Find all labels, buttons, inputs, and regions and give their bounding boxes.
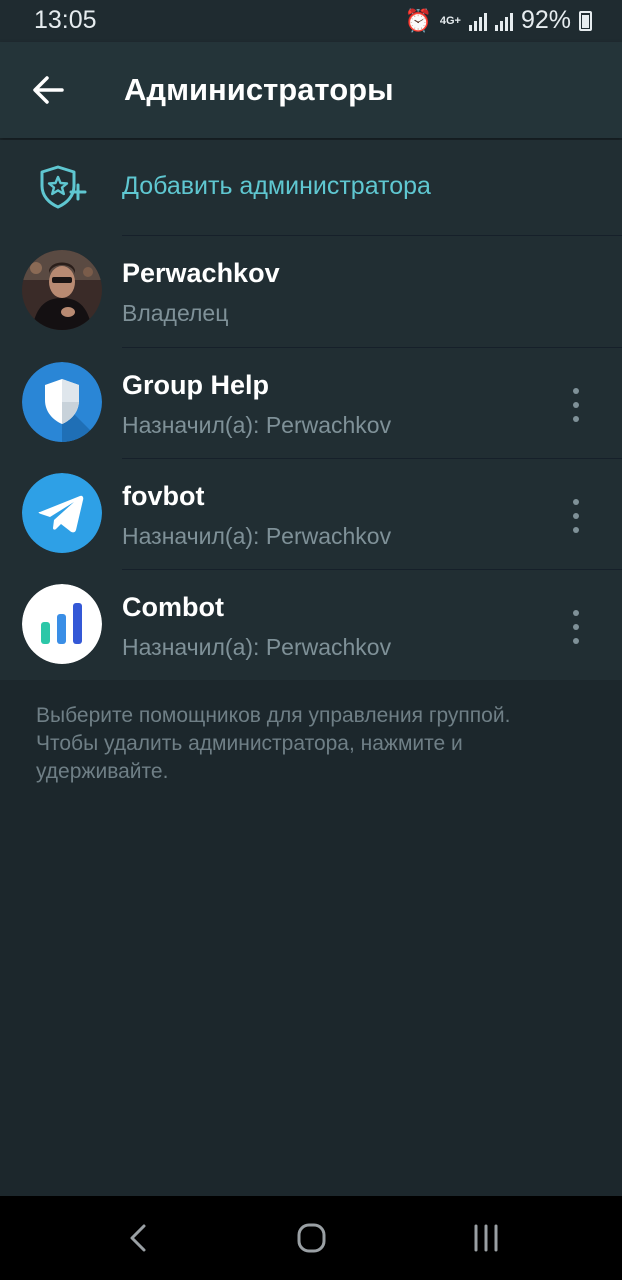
- app-bar: Администраторы: [0, 42, 622, 138]
- admin-name: fovbot: [122, 481, 205, 511]
- network-type: 4G+: [439, 14, 461, 27]
- add-admin-button[interactable]: Добавить администратора: [0, 140, 622, 236]
- admin-assigned-by: Назначил(а): Perwachkov: [122, 634, 392, 660]
- avatar: [22, 250, 102, 330]
- admin-name: Perwachkov: [122, 258, 280, 288]
- admin-row-group-help[interactable]: Group Help Назначил(а): Perwachkov: [0, 348, 622, 459]
- home-icon: [297, 1223, 326, 1253]
- nav-home-button[interactable]: [281, 1218, 341, 1258]
- avatar: [22, 362, 102, 442]
- status-icons: ⏰ 4G+ 92%: [404, 6, 592, 35]
- more-options-button[interactable]: [556, 388, 596, 422]
- recents-icon: [474, 1224, 498, 1252]
- battery-icon: [579, 10, 592, 31]
- admin-role: Владелец: [122, 300, 229, 326]
- status-bar: 13:05 ⏰ 4G+ 92%: [0, 0, 622, 42]
- status-time: 13:05: [34, 6, 97, 34]
- admin-row-fovbot[interactable]: fovbot Назначил(а): Perwachkov: [0, 459, 622, 570]
- avatar: [22, 473, 102, 553]
- admin-row-combot[interactable]: Combot Назначил(а): Perwachkov: [0, 570, 622, 681]
- signal-icon: [468, 11, 487, 31]
- more-options-button[interactable]: [556, 499, 596, 533]
- more-options-button[interactable]: [556, 610, 596, 644]
- add-admin-label: Добавить администратора: [122, 172, 431, 200]
- admin-row-perwachkov[interactable]: Perwachkov Владелец: [0, 236, 622, 347]
- admin-name: Combot: [122, 592, 224, 622]
- system-nav-bar: [0, 1196, 622, 1280]
- admin-assigned-by: Назначил(а): Perwachkov: [122, 523, 392, 549]
- chevron-left-icon: [130, 1224, 146, 1252]
- signal-icon-2: [494, 11, 513, 31]
- nav-back-button[interactable]: [108, 1218, 168, 1258]
- back-button[interactable]: [26, 64, 74, 116]
- battery-level: 92%: [520, 6, 571, 34]
- page-title: Администраторы: [124, 72, 394, 107]
- arrow-left-icon: [33, 76, 64, 104]
- admin-assigned-by: Назначил(а): Perwachkov: [122, 412, 392, 438]
- avatar: [22, 584, 102, 664]
- admin-name: Group Help: [122, 370, 269, 400]
- nav-recents-button[interactable]: [456, 1218, 516, 1258]
- admin-list: Добавить администратора Perwachkov Владе…: [0, 140, 622, 680]
- alarm-icon: ⏰: [404, 7, 432, 33]
- info-text: Выберите помощников для управления групп…: [36, 704, 511, 783]
- shield-star-plus-icon: [40, 165, 87, 209]
